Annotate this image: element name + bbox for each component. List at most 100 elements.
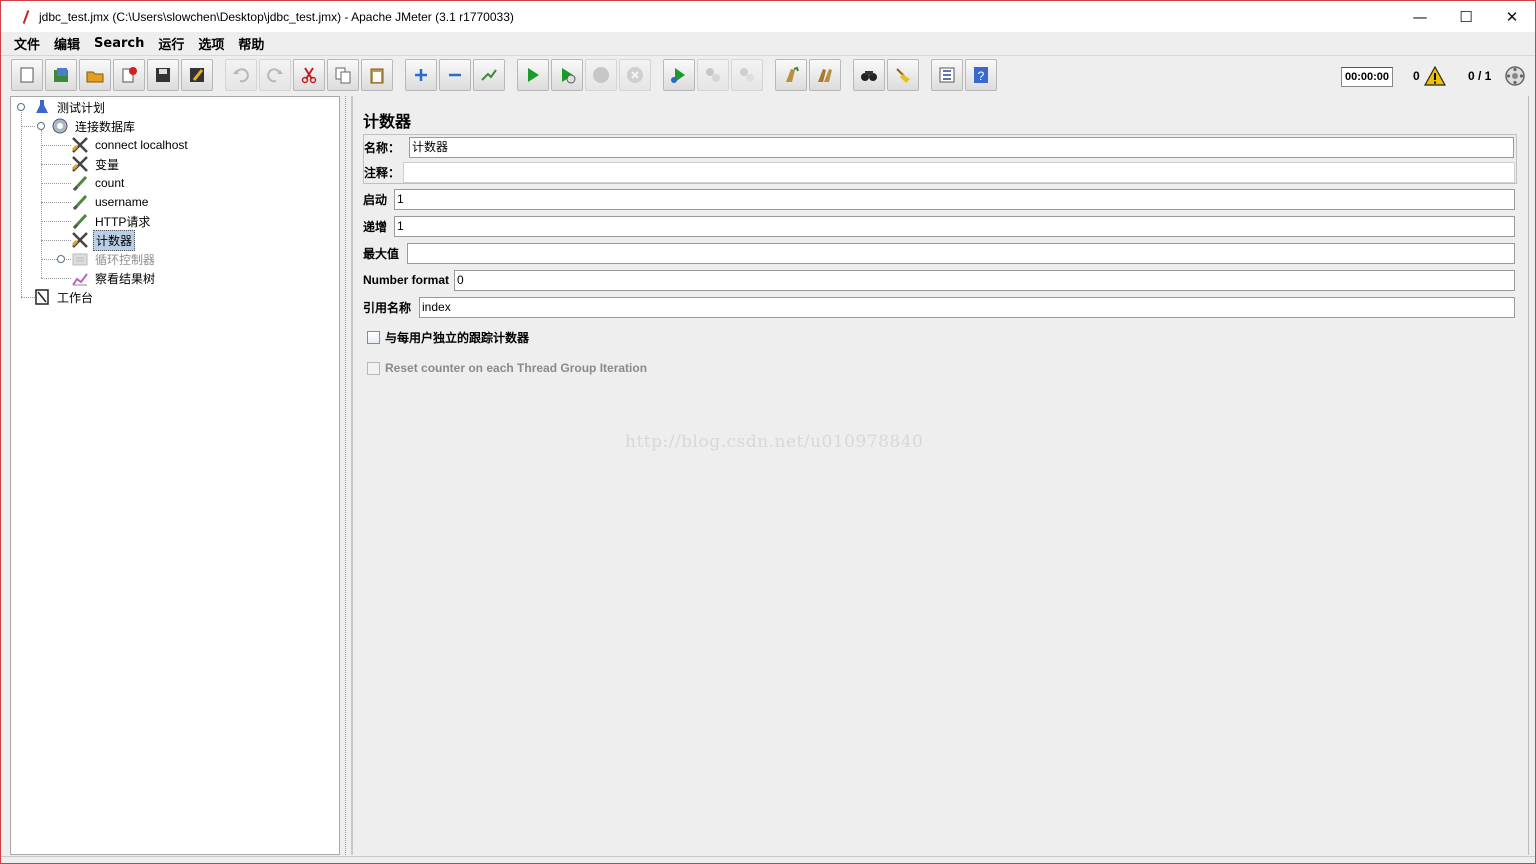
tree-node-connect-localhost[interactable]: connect localhost [71, 136, 190, 154]
remote-shutdown-all-button[interactable] [731, 59, 763, 91]
menu-search[interactable]: Search [87, 36, 151, 51]
remote-stop-icon [706, 68, 720, 82]
maximum-field[interactable] [407, 243, 1515, 264]
sampler-icon [72, 194, 88, 211]
name-row: 名称： [363, 136, 400, 158]
redo-button[interactable] [259, 59, 291, 91]
name-label: 名称： [364, 140, 401, 155]
close-file-button[interactable] [113, 59, 145, 91]
sampler-icon [72, 175, 88, 192]
menu-edit[interactable]: 编辑 [47, 34, 87, 53]
per-user-checkbox[interactable] [367, 330, 380, 344]
function-helper-icon [939, 67, 955, 83]
menu-bar: 文件 编辑 Search 运行 选项 帮助 [1, 32, 1535, 54]
tree-expander[interactable] [17, 103, 25, 111]
save-as-button[interactable] [181, 59, 213, 91]
undo-button[interactable] [225, 59, 257, 91]
new-button[interactable] [11, 59, 43, 91]
tree-node-count[interactable]: count [71, 174, 126, 192]
tree-node-loop-controller[interactable]: 循环控制器 [71, 250, 157, 268]
help-button[interactable]: ? [965, 59, 997, 91]
tree-connector [21, 126, 35, 127]
comment-field[interactable] [403, 162, 1515, 183]
panel-splitter[interactable] [341, 96, 351, 855]
tree-node-counter[interactable]: 计数器 [71, 229, 136, 251]
menu-help[interactable]: 帮助 [231, 34, 271, 53]
start-no-timers-button[interactable] [551, 59, 583, 91]
menu-file[interactable]: 文件 [7, 34, 47, 53]
tree-node-thread-group[interactable]: 连接数据库 [51, 117, 137, 135]
workbench-icon [35, 289, 49, 305]
tree-connector [41, 259, 71, 260]
per-user-label: 与每用户独立的跟踪计数器 [385, 330, 530, 345]
tree-connector [41, 145, 71, 146]
tree-node-variables[interactable]: 变量 [71, 155, 121, 173]
tree-expander[interactable] [37, 122, 45, 130]
function-helper-button[interactable] [931, 59, 963, 91]
expand-all-button[interactable] [405, 59, 437, 91]
help-icon: ? [974, 67, 988, 83]
templates-button[interactable] [45, 59, 77, 91]
remote-stop-all-button[interactable] [697, 59, 729, 91]
tree-node-username[interactable]: username [71, 193, 150, 211]
search-button[interactable] [853, 59, 885, 91]
name-field[interactable]: 计数器 [409, 137, 1514, 158]
start-row: 启动 [363, 188, 387, 210]
toggle-button[interactable] [473, 59, 505, 91]
tree-node-test-plan[interactable]: 测试计划 [33, 98, 107, 116]
start-field[interactable]: 1 [394, 189, 1515, 210]
start-button[interactable] [517, 59, 549, 91]
number-format-field[interactable]: 0 [454, 270, 1515, 291]
search-icon [861, 71, 877, 81]
templates-icon [54, 68, 68, 82]
listener-icon [72, 273, 88, 286]
tree-node-http-request[interactable]: HTTP请求 [71, 212, 152, 230]
save-as-icon [190, 68, 204, 82]
per-user-checkbox-row[interactable]: 与每用户独立的跟踪计数器 [367, 328, 529, 346]
increment-field[interactable]: 1 [394, 216, 1515, 237]
test-plan-tree: 测试计划 连接数据库 connect localhost 变量 count us… [10, 96, 340, 855]
clear-button[interactable] [775, 59, 807, 91]
close-button[interactable]: ✕ [1489, 1, 1535, 32]
clear-all-button[interactable] [809, 59, 841, 91]
number-format-label: Number format [363, 273, 450, 287]
maximize-button[interactable]: ☐ [1443, 1, 1489, 32]
elapsed-time: 00:00:00 [1341, 67, 1393, 87]
tree-node-view-results-tree[interactable]: 察看结果树 [71, 269, 157, 287]
start-label: 启动 [363, 192, 388, 207]
tree-node-workbench[interactable]: 工作台 [33, 288, 95, 306]
tree-expander[interactable] [57, 255, 65, 263]
cut-icon [301, 67, 317, 84]
save-button[interactable] [147, 59, 179, 91]
thread-group-icon [52, 118, 68, 134]
start-no-timers-icon [562, 68, 576, 84]
reset-search-button[interactable] [887, 59, 919, 91]
reset-counter-checkbox-row[interactable]: Reset counter on each Thread Group Itera… [367, 359, 647, 377]
window-title: jdbc_test.jmx (C:\Users\slowchen\Desktop… [39, 9, 514, 24]
open-button[interactable] [79, 59, 111, 91]
panel-title: 计数器 [363, 112, 412, 131]
config-element-icon [71, 232, 88, 248]
reset-counter-label: Reset counter on each Thread Group Itera… [385, 361, 648, 375]
menu-run[interactable]: 运行 [151, 34, 191, 53]
copy-button[interactable] [327, 59, 359, 91]
paste-icon [370, 68, 384, 84]
cut-button[interactable] [293, 59, 325, 91]
collapse-all-button[interactable] [439, 59, 471, 91]
warning-icon[interactable] [1424, 66, 1446, 86]
error-count: 0 [1413, 69, 1420, 83]
tree-connector [21, 110, 22, 297]
paste-button[interactable] [361, 59, 393, 91]
reference-name-field[interactable]: index [419, 297, 1515, 318]
stop-button[interactable] [585, 59, 617, 91]
jmeter-window: jdbc_test.jmx (C:\Users\slowchen\Desktop… [0, 0, 1536, 864]
toolbar: ? 00:00:00 0 0 / 1 [1, 55, 1535, 95]
close-file-icon [122, 67, 137, 83]
remote-start-all-button[interactable] [663, 59, 695, 91]
menu-options[interactable]: 选项 [191, 34, 231, 53]
increment-row: 递增 [363, 215, 387, 237]
reset-counter-checkbox[interactable] [367, 361, 380, 375]
shutdown-button[interactable] [619, 59, 651, 91]
svg-text:?: ? [978, 69, 985, 83]
minimize-button[interactable]: — [1397, 1, 1443, 32]
